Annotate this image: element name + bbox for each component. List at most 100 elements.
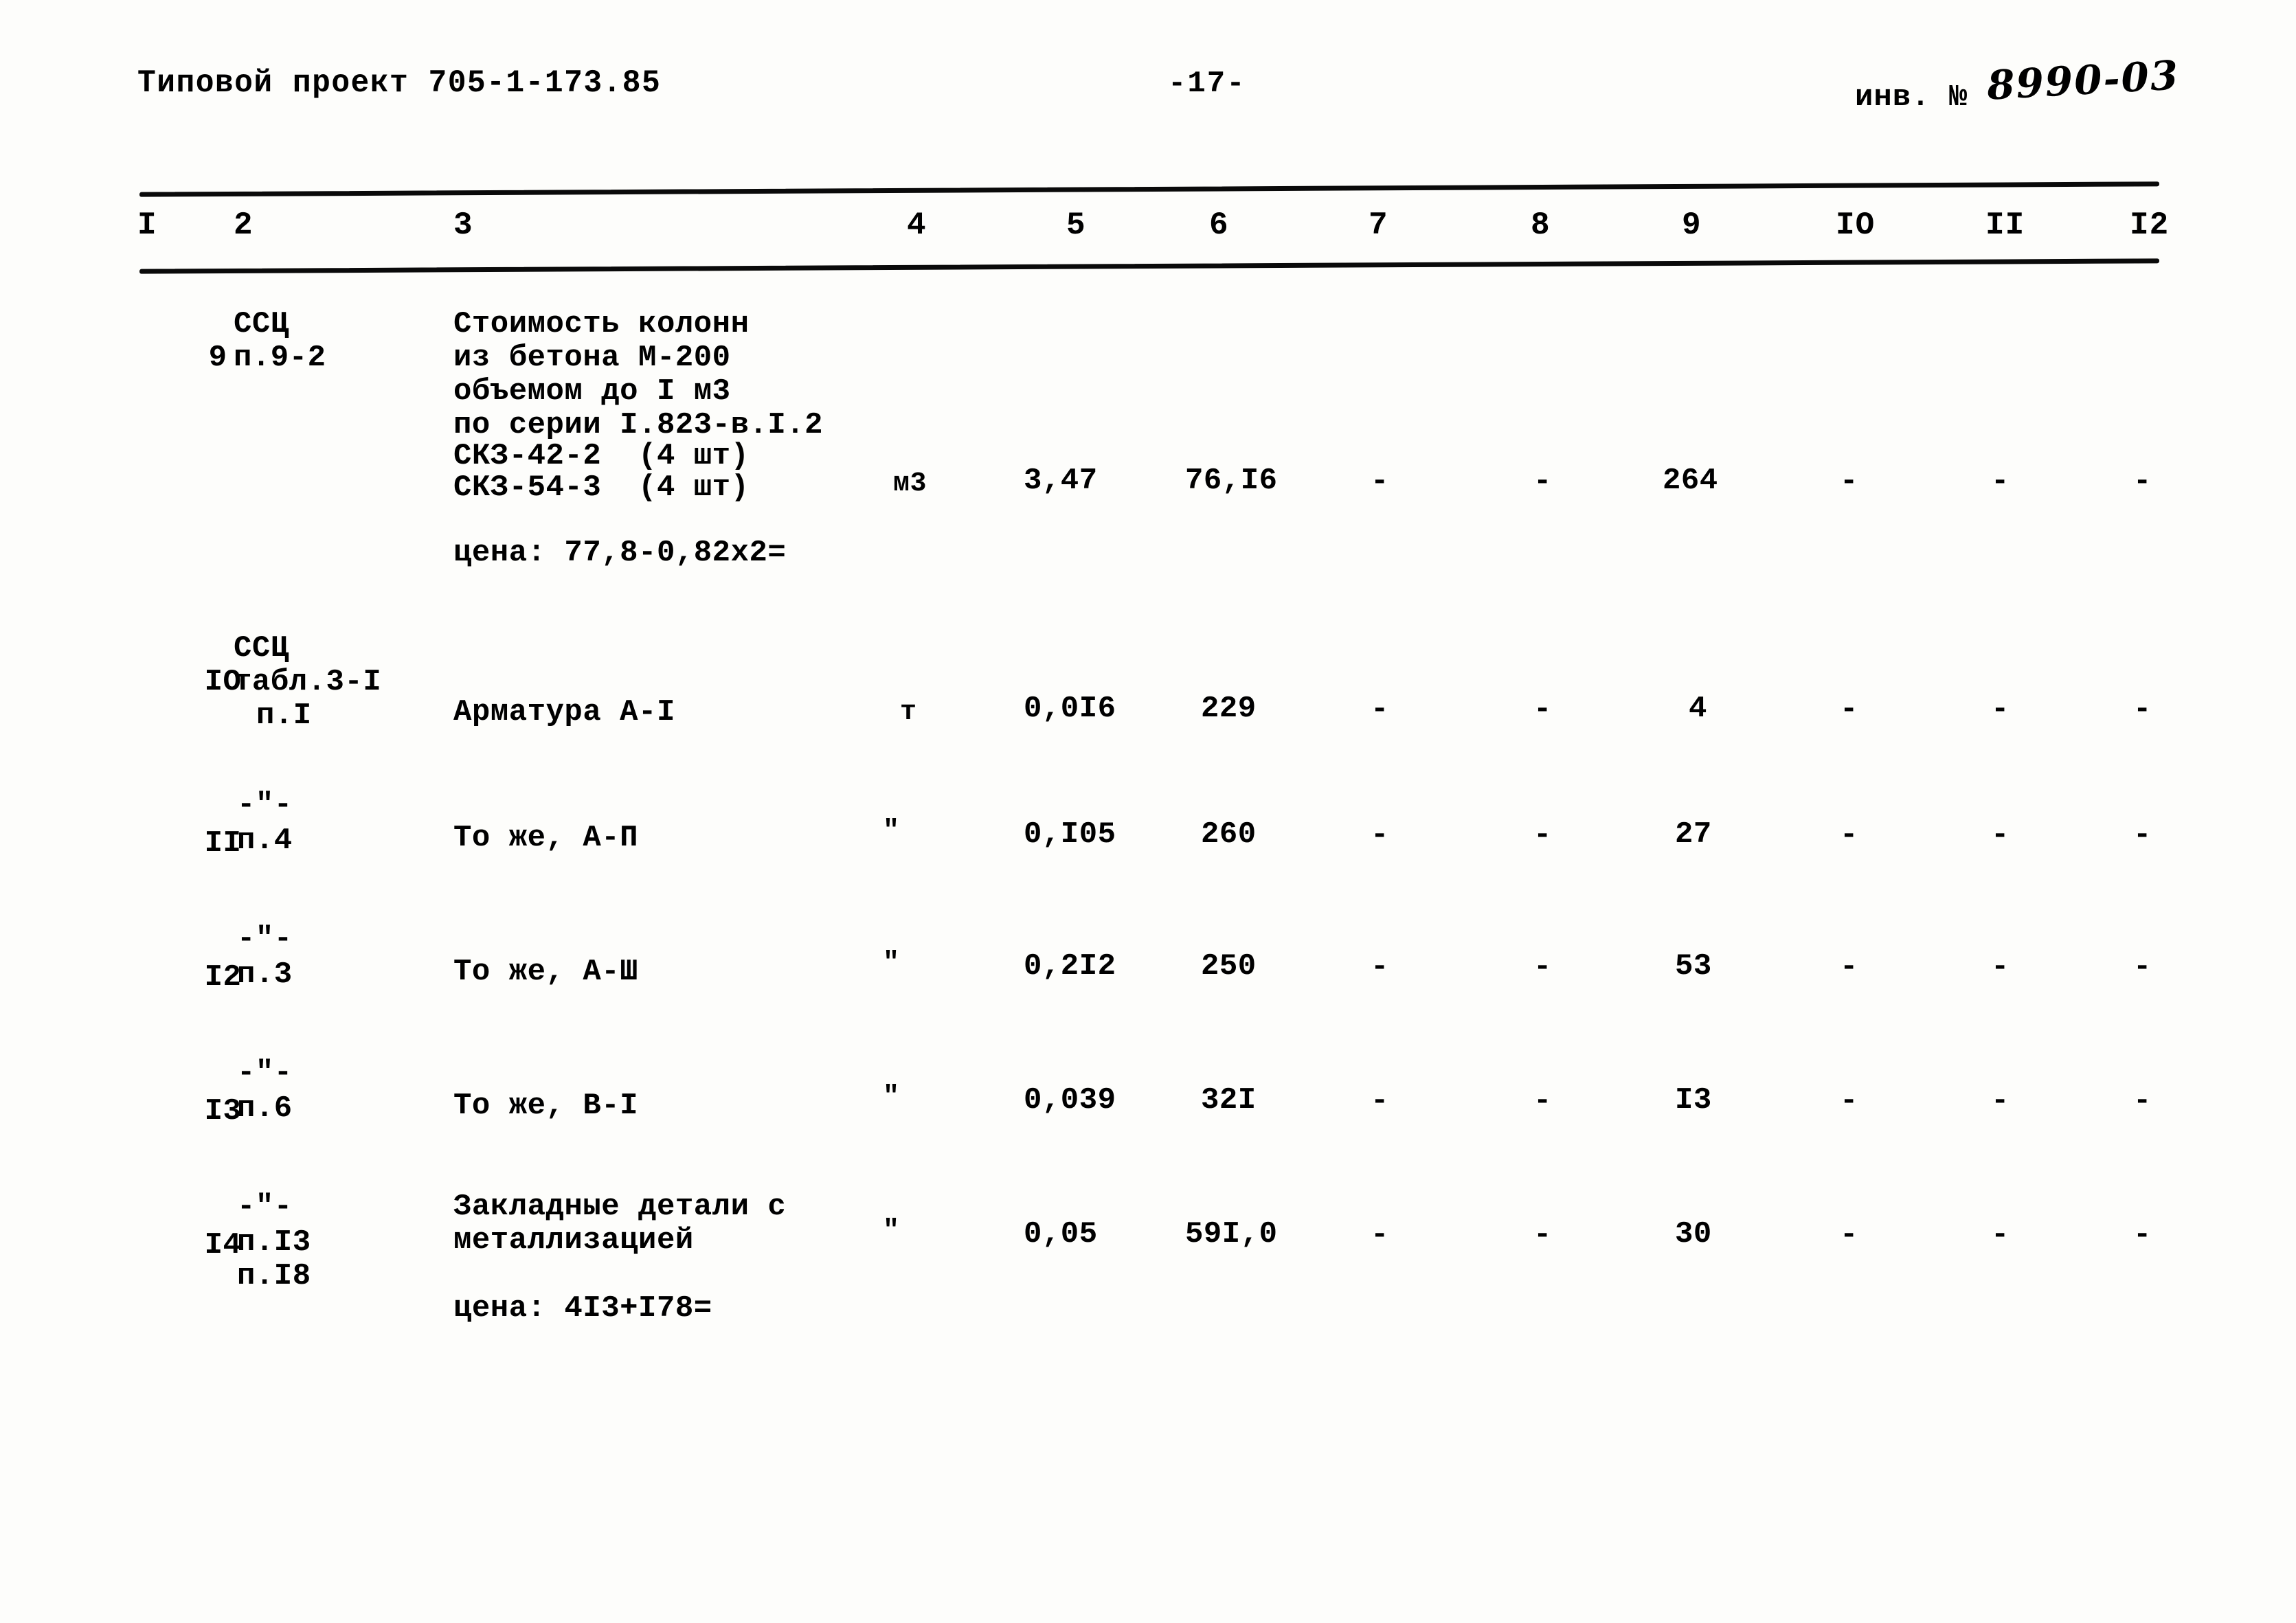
inventory-number: 8990-03 [1985, 52, 2181, 109]
row-description-line-4: по серии I.823-в.I.2 [453, 408, 824, 442]
row-col11: - [1991, 1084, 2010, 1118]
row-quantity: 0,0I6 [1024, 692, 1116, 726]
row-justification-line-1: -"- [237, 1056, 293, 1090]
row-description-line-5: СКЗ-42-2 (4 шт) [453, 439, 750, 473]
row-col11: - [1991, 950, 2010, 984]
row-unit-price: 229 [1201, 692, 1257, 726]
row-quantity: 0,2I2 [1024, 949, 1116, 984]
row-total: 53 [1675, 949, 1712, 984]
row-unit: " [883, 1216, 900, 1247]
row-justification-line-1: ССЦ [234, 307, 289, 341]
table-rule-header-bottom [139, 258, 2159, 274]
row-col12: - [2133, 464, 2152, 499]
column-header-12: I2 [2130, 207, 2170, 243]
row-justification-line-2: п.6 [237, 1091, 293, 1126]
column-header-3: 3 [453, 207, 473, 243]
row-unit-price: 260 [1201, 817, 1257, 852]
row-col7: - [1371, 692, 1389, 727]
row-description-line-3: объемом до I м3 [453, 374, 731, 409]
column-header-11: II [1985, 207, 2025, 243]
page-header: Типовой проект 705-1-173.85 -17- инв. № … [0, 52, 2296, 127]
table-row: II [131, 793, 241, 894]
row-col8: - [1533, 950, 1552, 984]
row-unit: " [883, 948, 900, 979]
row-unit-price: 76,I6 [1185, 464, 1278, 498]
row-number: II [204, 826, 242, 861]
table-row: I4 [131, 1195, 241, 1296]
project-label: Типовой проект 705-1-173.85 [137, 65, 662, 101]
row-number: I3 [204, 1094, 242, 1128]
row-justification-line-3: п.I [256, 699, 312, 733]
row-col12: - [2133, 1218, 2152, 1252]
column-header-9: 9 [1682, 207, 1702, 243]
row-col11: - [1991, 692, 2010, 727]
row-col8: - [1533, 1084, 1552, 1118]
row-justification-line-1: -"- [237, 1190, 293, 1224]
row-description-line-2: металлизацией [453, 1223, 694, 1258]
row-col11: - [1991, 1218, 2010, 1252]
row-quantity: 0,039 [1024, 1083, 1116, 1117]
row-col11: - [1991, 464, 2010, 499]
row-justification-line-2: п.3 [237, 957, 293, 992]
row-unit: м3 [893, 468, 927, 499]
row-unit: т [900, 697, 917, 728]
column-header-5: 5 [1066, 207, 1086, 243]
row-description-line-1: То же, А-П [453, 821, 639, 855]
row-col8: - [1533, 692, 1552, 727]
column-header-4: 4 [907, 207, 927, 243]
row-description-line-1: Закладные детали с [453, 1190, 787, 1224]
row-unit-price: 250 [1201, 949, 1257, 984]
row-quantity: 3,47 [1024, 464, 1098, 498]
row-description-line-2: из бетона М-200 [453, 341, 731, 375]
column-header-6: 6 [1209, 207, 1229, 243]
row-col10: - [1840, 692, 1858, 727]
row-total: 27 [1675, 817, 1712, 852]
row-col12: - [2133, 692, 2152, 727]
column-header-10: IO [1836, 207, 1876, 243]
table-row: I2 [131, 927, 241, 1028]
row-description-line-6: СКЗ-54-3 (4 шт) [453, 470, 750, 505]
row-col7: - [1371, 818, 1389, 852]
row-total: 4 [1689, 692, 1707, 726]
row-unit-price: 32I [1201, 1083, 1257, 1117]
row-col11: - [1991, 818, 2010, 852]
row-quantity: 0,05 [1024, 1217, 1098, 1251]
row-number: I4 [204, 1228, 242, 1262]
row-quantity: 0,I05 [1024, 817, 1116, 852]
row-total: 264 [1663, 464, 1718, 498]
row-price-note: цена: 4I3+I78= [453, 1291, 712, 1326]
row-col7: - [1371, 1218, 1389, 1252]
row-justification-line-2: п.9-2 [234, 341, 326, 375]
row-col8: - [1533, 1218, 1552, 1252]
row-col7: - [1371, 950, 1389, 984]
column-header-1: I [137, 207, 157, 243]
row-justification-line-2: п.I3 [237, 1225, 311, 1260]
row-description-line-1: То же, А-Ш [453, 955, 639, 989]
row-col7: - [1371, 464, 1389, 499]
row-col7: - [1371, 1084, 1389, 1118]
table-rule-top [139, 181, 2159, 197]
row-col8: - [1533, 818, 1552, 852]
row-col12: - [2133, 818, 2152, 852]
row-justification-line-2: п.4 [237, 824, 293, 858]
row-description-line-1: То же, В-I [453, 1089, 639, 1123]
row-description-line-1: Арматура А-I [453, 695, 675, 729]
inventory-label: инв. № [1855, 80, 1968, 115]
row-col10: - [1840, 1218, 1858, 1252]
row-justification-line-1: -"- [237, 922, 293, 956]
row-col12: - [2133, 1084, 2152, 1118]
row-description-line-1: Стоимость колонн [453, 307, 750, 341]
row-justification-line-1: ССЦ [234, 631, 289, 666]
row-number: 9 [208, 341, 227, 375]
page-number: -17- [1168, 67, 1246, 101]
row-col10: - [1840, 818, 1858, 852]
table-row: I3 [131, 1061, 241, 1162]
row-unit-price: 59I,0 [1185, 1217, 1278, 1251]
inventory-stamp: инв. № 8990-03 [1855, 52, 2181, 115]
table-row: IO [131, 632, 241, 733]
row-col10: - [1840, 1084, 1858, 1118]
column-header-8: 8 [1531, 207, 1551, 243]
row-col8: - [1533, 464, 1552, 499]
row-col12: - [2133, 950, 2152, 984]
row-unit: " [883, 1082, 900, 1113]
